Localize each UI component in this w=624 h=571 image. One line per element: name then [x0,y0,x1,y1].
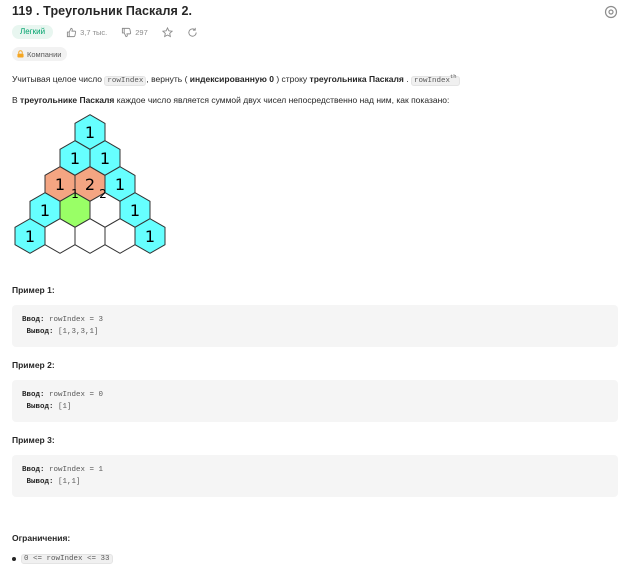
share-icon[interactable] [187,27,198,38]
problem-meta: Легкий 3,7 тыс. 297 [12,25,212,39]
hex-value: 1 [145,227,155,246]
text: Учитывая целое число [12,74,105,84]
constraint-code: 0 <= rowIndex <= 33 [21,554,113,564]
constraint-item: 0 <= rowIndex <= 33 [12,554,113,564]
bold-text: индексированную 0 [189,74,274,84]
hex-value: 1 [85,123,95,142]
example-2-box: Ввод: rowIndex = 0 Вывод: [1] [12,380,618,422]
input-label: Ввод: [22,316,45,324]
example-output: [1,3,3,1] [58,328,99,336]
hex-value: 2 [85,175,95,194]
example-2-title: Пример 2: [12,360,55,370]
text: , вернуть ( [146,74,190,84]
input-label: Ввод: [22,466,45,474]
hex-value: 1 [55,175,65,194]
pascal-triangle-svg: 11 11 2 11 11 11 2 [14,114,166,254]
bold-text: треугольника Паскаля [309,74,404,84]
problem-title: 119 . Треугольник Паскаля 2. [12,4,193,18]
hex-value: 1 [100,149,110,168]
example-input: rowIndex = 1 [49,466,104,474]
thumbs-down-icon [122,27,132,37]
text: ) строку [273,74,310,84]
example-3-box: Ввод: rowIndex = 1 Вывод: [1,1] [12,455,618,497]
example-input: rowIndex = 3 [49,316,104,324]
text: . [403,74,411,84]
hex-value: 1 [25,227,35,246]
hex-value: 1 [115,175,125,194]
inline-code: rowIndexth [410,73,460,86]
difficulty-badge[interactable]: Легкий [12,25,54,39]
input-label: Ввод: [22,391,45,399]
companies-label: Компании [27,49,62,59]
hex-value: 1 [130,201,140,220]
example-output: [1,1] [58,478,81,486]
likes-count: 3,7 тыс. [80,27,108,37]
like-button[interactable]: 3,7 тыс. [66,27,107,38]
output-label: Вывод: [26,478,54,486]
hex-value: 1 [70,149,80,168]
bold-text: треугольнике Паскаля [20,95,115,105]
example-1-box: Ввод: rowIndex = 3 Вывод: [1,3,3,1] [12,305,618,347]
description-paragraph-2: В треугольнике Паскаля каждое число явля… [12,94,449,106]
bullet [12,557,16,561]
overlap-label: 2 [99,187,107,201]
output-label: Вывод: [26,328,54,336]
text: каждое число является суммой двух чисел … [114,95,450,105]
description-paragraph-1: Учитывая целое число rowIndex, вернуть (… [12,71,460,87]
constraints-title: Ограничения: [12,533,71,543]
example-output: [1] [58,403,72,411]
dislike-button[interactable]: 297 [121,27,148,38]
pascal-triangle-figure: 111121111112 [10,114,170,264]
example-1-title: Пример 1: [12,285,55,295]
thumbs-up-icon [66,27,77,37]
output-label: Вывод: [26,403,54,411]
companies-tag[interactable]: Компании [12,47,68,61]
example-input: rowIndex = 0 [49,391,104,399]
star-icon[interactable] [161,26,173,38]
inline-code: rowIndex [104,76,147,86]
text: В [12,95,21,105]
lock-icon [17,50,24,58]
superscript: th [449,73,457,80]
example-3-title: Пример 3: [12,435,55,445]
hex-value: 1 [40,201,50,220]
text: rowIndex [413,77,450,85]
dislikes-count: 297 [135,27,148,37]
overlap-label: 1 [71,187,79,201]
settings-icon[interactable] [604,5,618,19]
